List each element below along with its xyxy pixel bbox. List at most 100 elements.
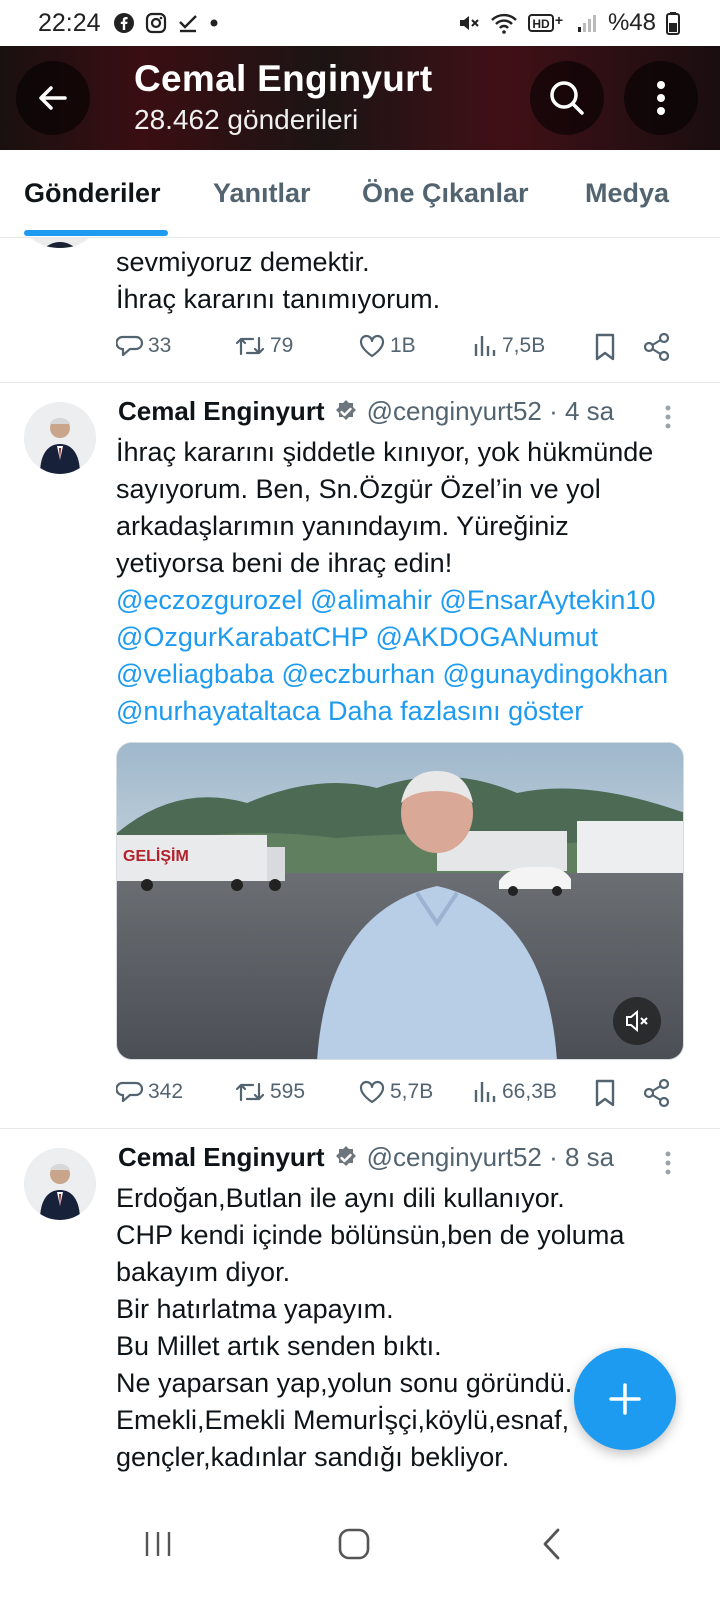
retweet-button[interactable]: 595 — [234, 1078, 305, 1106]
reply-icon — [116, 1081, 144, 1103]
retweet-count: 595 — [270, 1080, 306, 1103]
tweet-line: yetiyorsa beni de ihraç edin! — [116, 548, 453, 578]
like-button[interactable]: 1B — [358, 332, 416, 360]
mute-icon — [456, 11, 480, 35]
recent-apps-button[interactable] — [128, 1520, 188, 1568]
bookmark-button[interactable] — [592, 332, 618, 362]
volume-muted-icon — [626, 1009, 648, 1033]
tab-posts[interactable]: Gönderiler — [24, 178, 161, 209]
home-button[interactable] — [324, 1520, 384, 1568]
more-options-button[interactable] — [624, 61, 698, 135]
battery-icon — [666, 11, 680, 35]
verified-badge-icon — [333, 399, 359, 425]
tweet-line: sayıyorum. Ben, Sn.Özgür Özel’in ve yol — [116, 474, 601, 504]
heart-icon — [359, 1080, 385, 1104]
timeline[interactable]: sevmiyoruz demektir. İhraç kararını tanı… — [0, 238, 720, 1488]
author-handle[interactable]: @cenginyurt52 · 8 sa — [367, 1142, 615, 1173]
retweet-button[interactable]: 79 — [234, 332, 293, 360]
mention-link[interactable]: @veliagbaba @eczburhan @gunaydingokhan — [116, 656, 696, 693]
more-vertical-icon — [665, 405, 671, 429]
tweet-actions: 342 595 5,7B 66,3B — [116, 1078, 676, 1114]
share-button[interactable] — [642, 1078, 672, 1108]
tweet-line: Erdoğan,Butlan ile aynı dili kullanıyor. — [116, 1183, 565, 1213]
profile-header: Cemal Enginyurt 28.462 gönderileri — [0, 46, 720, 150]
chevron-left-icon — [543, 1528, 560, 1560]
check-icon — [177, 11, 199, 35]
wifi-icon — [490, 11, 518, 35]
back-button[interactable] — [16, 61, 90, 135]
author-name[interactable]: Cemal Enginyurt — [118, 396, 325, 427]
tweet-line: İhraç kararını tanımıyorum. — [116, 284, 441, 314]
like-count: 1B — [390, 334, 416, 357]
truck-logo-text: GELİŞİM — [123, 847, 189, 865]
tweet-actions: 33 79 1B 7,5B — [116, 332, 676, 368]
reply-button[interactable]: 342 — [116, 1078, 183, 1106]
bookmark-icon — [595, 333, 615, 361]
like-button[interactable]: 5,7B — [358, 1078, 433, 1106]
author-name[interactable]: Cemal Enginyurt — [118, 1142, 325, 1173]
tab-highlights[interactable]: Öne Çıkanlar — [362, 178, 529, 209]
reply-icon — [116, 335, 144, 357]
tweet-line: CHP kendi içinde bölünsün,ben de yoluma — [116, 1220, 625, 1250]
heart-icon — [359, 334, 385, 358]
show-more-link[interactable]: Daha fazlasını göster — [328, 696, 583, 726]
retweet-count: 79 — [270, 334, 294, 357]
more-vertical-icon — [665, 1151, 671, 1175]
views-button[interactable]: 7,5B — [472, 332, 545, 360]
arrow-left-icon — [39, 86, 67, 110]
like-count: 5,7B — [390, 1080, 434, 1103]
compose-button[interactable] — [574, 1348, 676, 1450]
instagram-icon — [145, 11, 167, 35]
tweet-more-button[interactable] — [664, 1150, 672, 1181]
author-handle[interactable]: @cenginyurt52 · 4 sa — [367, 396, 615, 427]
svg-text:HD: HD — [532, 17, 550, 31]
tweet-line: İhraç kararını şiddetle kınıyor, yok hük… — [116, 437, 654, 467]
reply-count: 33 — [148, 334, 172, 357]
tweet-line: arkadaşlarımın yanındayım. Yüreğiniz — [116, 511, 569, 541]
avatar[interactable] — [24, 1148, 96, 1220]
svg-text:+: + — [555, 12, 563, 28]
active-tab-indicator — [24, 230, 168, 236]
share-icon — [643, 1078, 670, 1108]
bookmark-icon — [595, 1079, 615, 1107]
tab-media[interactable]: Medya — [585, 178, 669, 209]
video-media[interactable]: GELİŞİM — [116, 742, 684, 1060]
signal-icon — [576, 11, 598, 35]
system-nav-bar — [0, 1488, 720, 1600]
retweet-icon — [235, 1082, 265, 1102]
more-vertical-icon — [657, 81, 665, 115]
share-button[interactable] — [642, 332, 672, 362]
retweet-icon — [235, 336, 265, 356]
post-count: 28.462 gönderileri — [134, 104, 359, 135]
tweet-header: Cemal Enginyurt @cenginyurt52 · 8 sa — [118, 1142, 614, 1173]
views-icon — [474, 336, 496, 356]
avatar[interactable] — [24, 402, 96, 474]
bookmark-button[interactable] — [592, 1078, 618, 1108]
tweet-text: sevmiyoruz demektir. İhraç kararını tanı… — [116, 244, 440, 318]
tweet-line: sevmiyoruz demektir. — [116, 247, 370, 277]
share-icon — [643, 332, 670, 362]
page-title: Cemal Enginyurt — [134, 58, 433, 99]
dot-icon — [209, 11, 219, 35]
recent-apps-icon — [145, 1532, 171, 1556]
battery-percent: %48 — [607, 9, 656, 36]
search-button[interactable] — [530, 61, 604, 135]
tweet-more-button[interactable] — [664, 404, 672, 435]
divider — [0, 1128, 720, 1129]
mute-button[interactable] — [613, 997, 661, 1045]
verified-badge-icon — [333, 1145, 359, 1171]
mention-link[interactable]: @nurhayataltaca — [116, 696, 321, 726]
reply-button[interactable]: 33 — [116, 332, 171, 360]
tab-replies[interactable]: Yanıtlar — [213, 178, 311, 209]
search-icon — [550, 81, 584, 115]
views-button[interactable]: 66,3B — [472, 1078, 557, 1106]
mention-link[interactable]: @OzgurKarabatCHP @AKDOGANumut — [116, 619, 696, 656]
facebook-icon — [113, 11, 135, 35]
mention-link[interactable]: @eczozgurozel @alimahir @EnsarAytekin10 — [116, 582, 696, 619]
avatar[interactable] — [24, 238, 96, 248]
tweet-header: Cemal Enginyurt @cenginyurt52 · 4 sa — [118, 396, 614, 427]
system-back-button[interactable] — [522, 1520, 582, 1568]
header-text: Cemal Enginyurt 28.462 gönderileri — [134, 58, 433, 136]
reply-count: 342 — [148, 1080, 184, 1103]
home-icon — [338, 1528, 370, 1560]
